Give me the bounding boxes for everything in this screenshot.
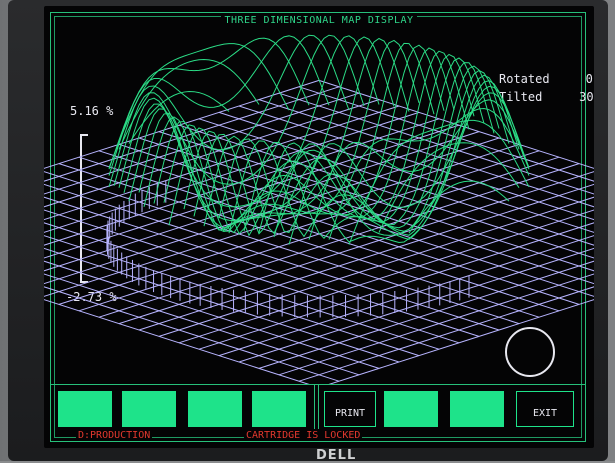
function-key-1[interactable] [58, 391, 112, 427]
crt-screen: THREE DIMENSIONAL MAP DISPLAY Rotated 0 … [44, 6, 594, 448]
exit-button[interactable]: EXIT [516, 391, 574, 427]
function-key-3[interactable] [188, 391, 242, 427]
rotation-dial-icon[interactable] [505, 327, 555, 377]
function-key-bar: PRINT EXIT [50, 384, 586, 429]
function-key-6[interactable] [384, 391, 438, 427]
rotation-dial[interactable] [44, 6, 594, 384]
monitor-bezel: THREE DIMENSIONAL MAP DISPLAY Rotated 0 … [8, 0, 608, 463]
print-button[interactable]: PRINT [324, 391, 376, 427]
cartridge-status: CARTRIDGE IS LOCKED [244, 430, 363, 441]
function-key-7[interactable] [450, 391, 504, 427]
drive-status: D:PRODUCTION [76, 430, 153, 441]
function-key-4[interactable] [252, 391, 306, 427]
function-key-2[interactable] [122, 391, 176, 427]
key-divider [314, 385, 315, 429]
key-divider [318, 385, 319, 429]
